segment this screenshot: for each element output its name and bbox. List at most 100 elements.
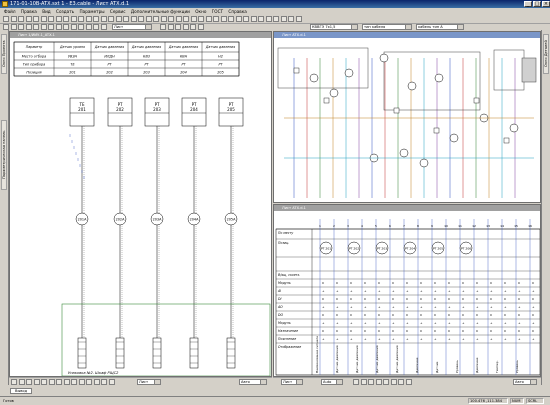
close-button[interactable]: × [542, 1, 550, 7]
toolbar-button-icon[interactable] [280, 16, 287, 22]
toolbar-button-icon[interactable] [175, 24, 181, 30]
toolbar-button-icon[interactable] [93, 16, 99, 22]
menu-create[interactable]: Создать [56, 9, 74, 14]
toolbar-button-icon[interactable] [228, 16, 234, 22]
toolbar-button-icon[interactable] [100, 16, 107, 22]
toolbar-button-icon[interactable] [243, 16, 249, 22]
right-scale-combo[interactable]: Авто [513, 379, 537, 385]
toolbar-button-icon[interactable] [167, 24, 174, 30]
toolbar-button-icon[interactable] [25, 24, 32, 30]
tab-details-window[interactable]: Окно Деталей [543, 34, 549, 74]
tab-output[interactable]: Вывод [10, 388, 33, 394]
toolbar-button-icon[interactable] [205, 16, 212, 22]
toolbar-button-icon[interactable] [123, 16, 129, 22]
toolbar-button-icon[interactable] [40, 24, 47, 30]
tab-parametric-panel[interactable]: Параметрическая панель [1, 120, 7, 190]
toolbar-button-icon[interactable] [40, 16, 47, 22]
draw-tool-icon[interactable] [11, 379, 17, 385]
draw-tool-icon[interactable] [26, 379, 32, 385]
wire-type-combo[interactable]: КВВГЭ 7х1,5 [310, 24, 358, 30]
right-color-combo[interactable]: Auto [321, 379, 343, 385]
toolbar-button-icon[interactable] [25, 16, 32, 22]
draw-tool-icon[interactable] [71, 379, 77, 385]
toolbar-button-icon[interactable] [145, 16, 152, 22]
toolbar-button-icon[interactable] [10, 16, 17, 22]
menu-help[interactable]: Справка [228, 9, 246, 14]
left-schematic-canvas[interactable]: Параметр Датчик уровня Датчик давления Датч… [10, 38, 272, 377]
toolbar-button-icon[interactable] [85, 24, 92, 30]
left-document-window[interactable]: Лист 1/ИИУ-1_ATX-1 Параметр Датчик уровня… [9, 31, 272, 377]
toolbar-button-icon[interactable] [100, 24, 107, 30]
toolbar-button-icon[interactable] [175, 16, 182, 22]
draw-tool-icon[interactable] [383, 379, 389, 385]
toolbar-button-icon[interactable] [153, 16, 159, 22]
draw-tool-icon[interactable] [41, 379, 47, 385]
menu-extra-functions[interactable]: Дополнительные функции [131, 9, 190, 14]
toolbar-button-icon[interactable] [250, 16, 257, 22]
cable-combo[interactable]: кабель тип A [416, 24, 464, 30]
toolbar-button-icon[interactable] [160, 24, 166, 30]
draw-tool-icon[interactable] [368, 379, 374, 385]
toolbar-button-icon[interactable] [288, 16, 294, 22]
menu-parameters[interactable]: Параметры [79, 9, 104, 14]
toolbar-button-icon[interactable] [160, 16, 167, 22]
draw-tool-icon[interactable] [108, 379, 115, 385]
right-top-schematic-canvas[interactable] [274, 38, 541, 203]
draw-tool-icon[interactable] [86, 379, 92, 385]
right-bottom-document-window[interactable]: Лист ATX.d.1 По месту Позиц. В/ящ, скоеть М… [273, 204, 541, 377]
toolbar-button-icon[interactable] [3, 16, 9, 22]
toolbar-button-icon[interactable] [115, 16, 122, 22]
toolbar-button-icon[interactable] [295, 16, 302, 22]
toolbar-button-icon[interactable] [33, 16, 39, 22]
toolbar-button-icon[interactable] [182, 24, 189, 30]
toolbar-button-icon[interactable] [265, 16, 272, 22]
toolbar-button-icon[interactable] [85, 16, 92, 22]
toolbar-button-icon[interactable] [18, 24, 24, 30]
toolbar-button-icon[interactable] [70, 24, 77, 30]
draw-tool-icon[interactable] [33, 379, 40, 385]
menu-edit[interactable]: Правка [21, 9, 37, 14]
toolbar-button-icon[interactable] [10, 24, 17, 30]
draw-tool-icon[interactable] [48, 379, 55, 385]
toolbar-button-icon[interactable] [197, 24, 204, 30]
toolbar-button-icon[interactable] [198, 16, 204, 22]
toolbar-button-icon[interactable] [55, 16, 62, 22]
toolbar-button-icon[interactable] [78, 16, 84, 22]
right-top-document-window[interactable]: Лист ATX.d.1 [273, 31, 541, 203]
tab-project-window[interactable]: Окно Проекта [1, 34, 7, 74]
draw-tool-icon[interactable] [360, 379, 367, 385]
toolbar-button-icon[interactable] [78, 24, 84, 30]
right-bottom-schematic-canvas[interactable]: По месту Позиц. В/ящ, скоеть Модуль AI DI AO DO… [274, 211, 541, 377]
menu-service[interactable]: Сервис [110, 9, 126, 14]
draw-tool-icon[interactable] [93, 379, 100, 385]
toolbar-button-icon[interactable] [18, 16, 24, 22]
toolbar-button-icon[interactable] [48, 16, 54, 22]
left-sheet-combo[interactable]: Лист [137, 379, 161, 385]
toolbar-button-icon[interactable] [138, 16, 144, 22]
toolbar-button-icon[interactable] [48, 24, 54, 30]
draw-tool-icon[interactable] [405, 379, 412, 385]
draw-tool-icon[interactable] [18, 379, 25, 385]
draw-tool-icon[interactable] [63, 379, 70, 385]
right-sheet-combo[interactable]: Лист [281, 379, 303, 385]
draw-tool-icon[interactable] [398, 379, 404, 385]
draw-tool-icon[interactable] [353, 379, 359, 385]
menu-window[interactable]: Окно [195, 9, 206, 14]
toolbar-button-icon[interactable] [130, 16, 137, 22]
toolbar-button-icon[interactable] [183, 16, 189, 22]
toolbar-button-icon[interactable] [168, 16, 174, 22]
left-scale-combo[interactable]: Авто [239, 379, 267, 385]
toolbar-button-icon[interactable] [258, 16, 264, 22]
cable-type-combo[interactable]: тип кабеля [362, 24, 412, 30]
toolbar-button-icon[interactable] [63, 16, 69, 22]
sheet-combo[interactable]: Лист [112, 24, 152, 30]
draw-tool-icon[interactable] [101, 379, 107, 385]
draw-tool-icon[interactable] [390, 379, 397, 385]
toolbar-button-icon[interactable] [235, 16, 242, 22]
toolbar-button-icon[interactable] [273, 16, 279, 22]
menu-file[interactable]: Файл [4, 9, 16, 14]
menu-view[interactable]: Вид [42, 9, 51, 14]
maximize-button[interactable]: □ [533, 1, 541, 7]
toolbar-button-icon[interactable] [55, 24, 62, 30]
minimize-button[interactable]: _ [524, 1, 532, 7]
